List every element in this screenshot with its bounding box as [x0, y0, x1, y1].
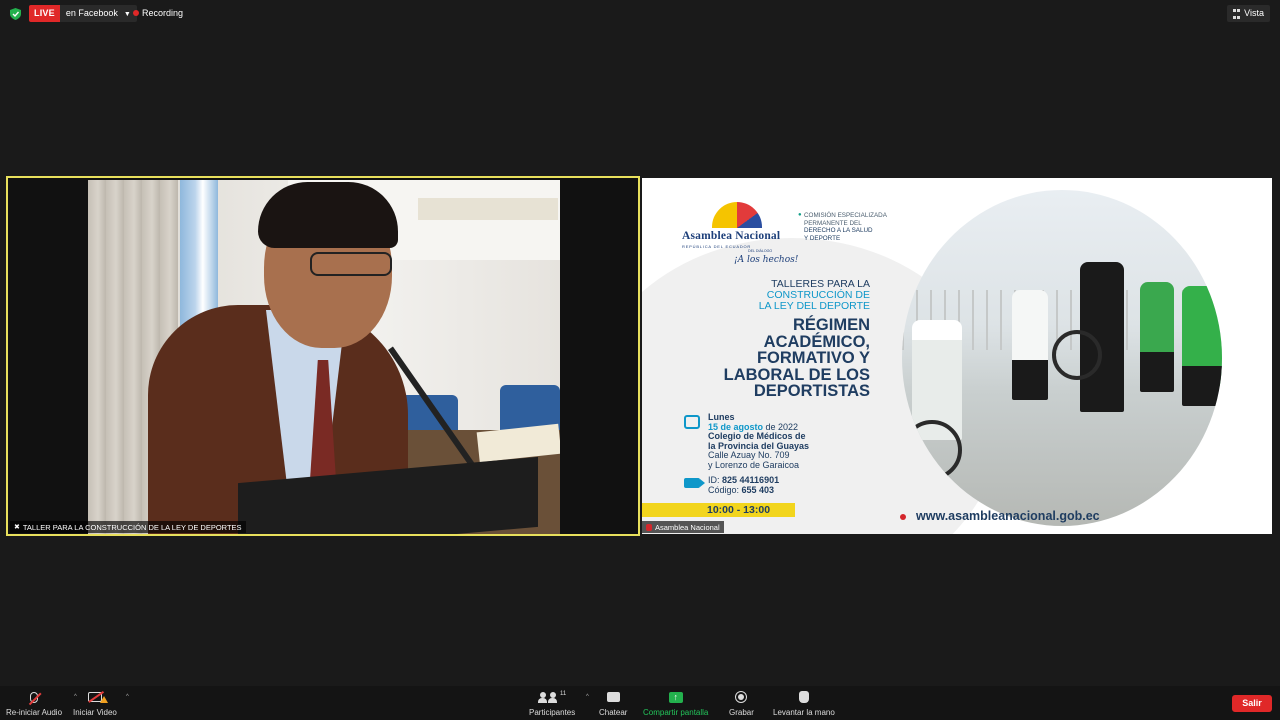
live-label: LIVE — [29, 5, 60, 22]
website-url-text: www.asambleanacional.gob.ec — [916, 509, 1100, 523]
shared-content-tile[interactable]: Asamblea Nacional REPÚBLICA DEL ECUADOR … — [642, 178, 1272, 534]
participants-button[interactable]: 11 ^ Participantes — [529, 690, 589, 717]
participants-label: Participantes — [529, 708, 576, 717]
chat-button[interactable]: Chatear — [599, 690, 627, 717]
talleres-line-3: LA LEY DEL DEPORTE — [758, 300, 870, 312]
meeting-code-label: Código: — [708, 484, 742, 495]
regimen-line-4: LABORAL DE LOS — [723, 365, 870, 384]
raise-hand-icon — [798, 691, 809, 703]
logo-name: Asamblea Nacional — [682, 230, 781, 242]
audio-button[interactable]: ^ Re-iniciar Audio — [6, 690, 77, 717]
grid-view-icon — [1233, 9, 1241, 22]
sun-emblem-icon — [712, 202, 762, 228]
share-screen-icon: ↑ — [668, 691, 683, 703]
security-shield-icon[interactable] — [10, 8, 21, 20]
video-options-caret-icon[interactable]: ^ — [126, 694, 129, 700]
slogan: ¡A los hechos! — [734, 255, 799, 265]
regimen-line-2: ACADÉMICO, — [763, 332, 870, 351]
speaker-video-tile[interactable]: ✖ TALLER PARA LA CONSTRUCCIÓN DE LA LEY … — [6, 176, 640, 536]
share-name-tag: Asamblea Nacional — [642, 521, 724, 533]
speaker-name: TALLER PARA LA CONSTRUCCIÓN DE LA LEY DE… — [22, 522, 242, 532]
video-camera-icon — [684, 478, 705, 488]
workshop-heading: TALLERES PARA LA CONSTRUCCIÓN DE LA LEY … — [742, 279, 870, 312]
video-off-icon — [87, 692, 108, 703]
regimen-line-5: DEPORTISTAS — [753, 382, 870, 400]
speaker-camera-feed — [88, 180, 560, 534]
commission-block: ● COMISIÓN ESPECIALIZADA PERMANENTE DEL … — [798, 212, 914, 242]
audio-label: Re-iniciar Audio — [6, 708, 63, 717]
commission-line-2: PERMANENTE DEL — [804, 219, 862, 227]
stream-target-label: en Facebook — [65, 8, 118, 18]
meeting-code-value: 655 403 — [741, 484, 775, 495]
cyclists-photo — [902, 190, 1222, 526]
microphone-muted-icon — [30, 691, 39, 703]
view-label: Vista — [1244, 8, 1264, 18]
logo-subtitle: REPÚBLICA DEL ECUADOR — [682, 244, 752, 249]
chat-label: Chatear — [599, 708, 628, 717]
video-label: Iniciar Video — [73, 708, 117, 717]
website-url: www.asambleanacional.gob.ec — [900, 509, 1100, 523]
record-button[interactable]: Grabar — [729, 690, 754, 717]
raise-hand-button[interactable]: Levantar la mano — [773, 690, 835, 717]
bullet-icon: ● — [798, 212, 802, 218]
record-icon — [735, 691, 748, 703]
share-screen-button[interactable]: ↑ Compartir pantalla — [643, 690, 708, 717]
event-hours: 10:00 - 13:00 — [642, 503, 795, 517]
meeting-id-label: ID: — [708, 475, 723, 485]
view-button[interactable]: Vista — [1227, 5, 1270, 22]
record-label: Grabar — [729, 708, 754, 717]
live-stream-badge[interactable]: LIVE en Facebook ▼ — [29, 5, 137, 22]
microphone-muted-icon — [646, 523, 652, 531]
address-line-2: y Lorenzo de Garaicoa — [708, 459, 800, 470]
slogan-prefix: DEL DIÁLOGO — [748, 249, 773, 253]
commission-line-4: Y DEPORTE — [804, 234, 841, 242]
speaker-name-tag: ✖ TALLER PARA LA CONSTRUCCIÓN DE LA LEY … — [10, 521, 246, 533]
participants-count: 11 — [560, 691, 567, 697]
chevron-down-icon: ▼ — [123, 11, 131, 18]
meeting-toolbar: ^ Re-iniciar Audio ^ Iniciar Video 11 ^ P… — [0, 686, 1280, 720]
asamblea-nacional-logo: Asamblea Nacional REPÚBLICA DEL ECUADOR … — [682, 202, 799, 272]
recording-label: Recording — [142, 8, 184, 18]
commission-line-1: COMISIÓN ESPECIALIZADA — [804, 212, 887, 219]
stream-target-dropdown[interactable]: en Facebook ▼ — [59, 5, 137, 22]
microphone-muted-icon: ✖ — [14, 524, 20, 531]
workshop-title: RÉGIMEN ACADÉMICO, FORMATIVO Y LABORAL D… — [712, 317, 870, 400]
leave-button[interactable]: Salir — [1232, 695, 1272, 712]
regimen-line-1: RÉGIMEN — [792, 316, 870, 334]
participants-caret-icon[interactable]: ^ — [586, 694, 589, 700]
raise-hand-label: Levantar la mano — [773, 708, 835, 717]
red-dot-icon — [900, 513, 906, 520]
meeting-id-value: 825 44116901 — [722, 475, 780, 485]
warning-icon — [99, 696, 108, 703]
participants-icon — [538, 691, 557, 703]
recording-dot-icon — [133, 10, 139, 16]
event-year: de 2022 — [763, 421, 799, 432]
share-screen-label: Compartir pantalla — [643, 708, 709, 717]
commission-line-3: DERECHO A LA SALUD — [804, 227, 873, 235]
video-button[interactable]: ^ Iniciar Video — [73, 690, 129, 717]
meeting-top-bar: LIVE en Facebook ▼ Recording Vista — [0, 0, 1280, 28]
share-name: Asamblea Nacional — [655, 522, 720, 532]
regimen-line-3: FORMATIVO Y — [756, 349, 870, 367]
calendar-icon — [684, 415, 700, 429]
chat-icon — [606, 692, 620, 702]
recording-indicator[interactable]: Recording — [133, 8, 183, 18]
event-date: 15 de agosto — [708, 421, 764, 432]
